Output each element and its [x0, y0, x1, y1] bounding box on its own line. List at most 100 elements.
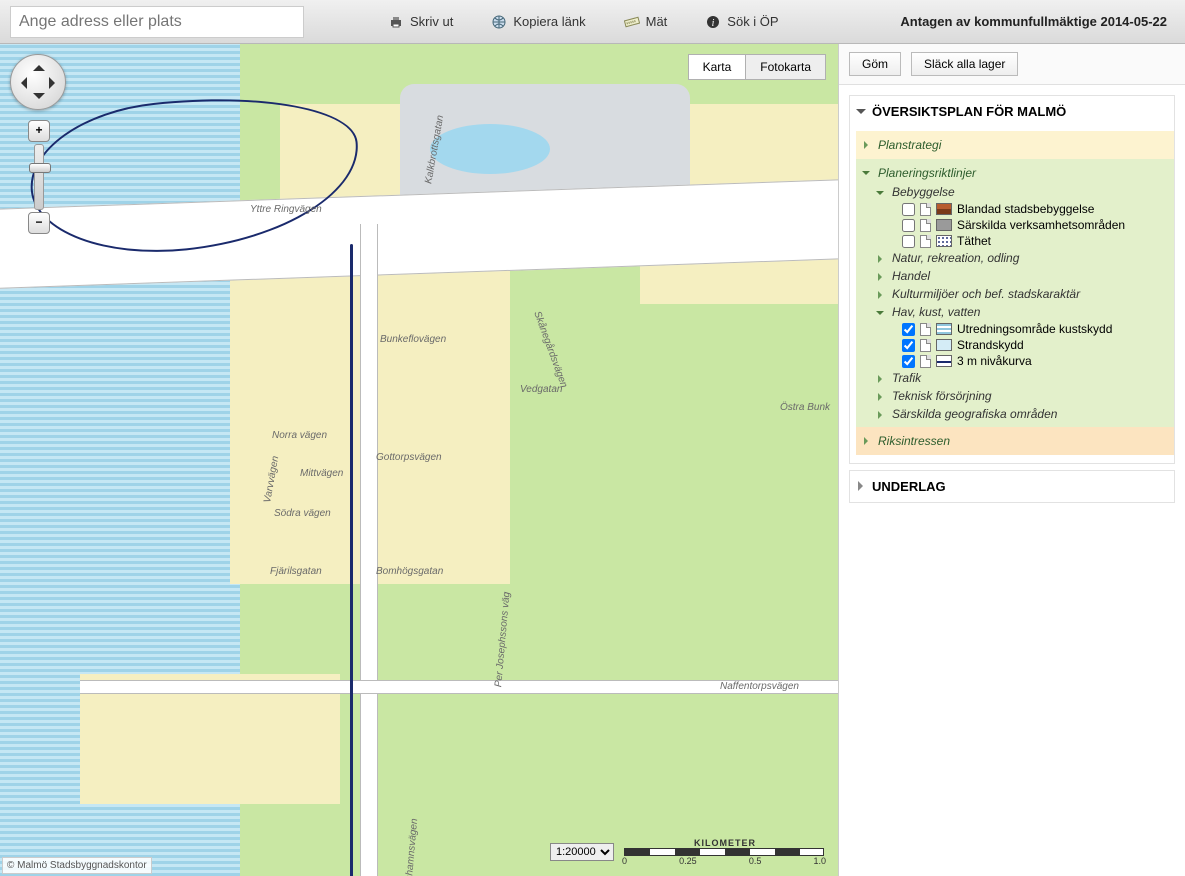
scalebar: KILOMETER 00.250.51.0 — [624, 838, 826, 866]
street-label: Mittvägen — [300, 468, 343, 479]
layer-strand: Strandskydd — [856, 337, 1174, 353]
subcat-kultur[interactable]: Kulturmiljöer och bef. stadskaraktär — [856, 285, 1174, 303]
doc-icon[interactable] — [920, 203, 931, 216]
layer-panel: Göm Släck alla lager ÖVERSIKTSPLAN FÖR M… — [838, 44, 1185, 876]
street-label: Östra Bunk — [780, 402, 830, 413]
layer-label: 3 m nivåkurva — [957, 354, 1032, 368]
zoom-handle[interactable] — [29, 163, 51, 173]
checkbox-utredning[interactable] — [902, 323, 915, 336]
print-label: Skriv ut — [410, 14, 453, 29]
basemap-switcher: Karta Fotokarta — [688, 54, 826, 80]
layer-tathet: Täthet — [856, 233, 1174, 249]
scale-select[interactable]: 1:20000 — [550, 843, 614, 861]
measure-button[interactable]: Mät — [610, 14, 682, 30]
layer-blandad: Blandad stadsbebyggelse — [856, 201, 1174, 217]
street-label: Södra vägen — [274, 508, 331, 519]
subcat-bebyggelse[interactable]: Bebyggelse — [856, 183, 1174, 201]
subcat-trafik[interactable]: Trafik — [856, 369, 1174, 387]
scalebar-ticks: 00.250.51.0 — [622, 856, 826, 866]
tree-head-op[interactable]: ÖVERSIKTSPLAN FÖR MALMÖ — [850, 96, 1174, 127]
checkbox-strand[interactable] — [902, 339, 915, 352]
swatch-icon — [936, 235, 952, 247]
main: Yttre Ringvägen Kalkbrottsgatan Bunkeflo… — [0, 44, 1185, 876]
scalebar-bar — [624, 848, 824, 856]
print-button[interactable]: Skriv ut — [374, 14, 467, 30]
print-icon — [388, 14, 404, 30]
layer-label: Utredningsområde kustskydd — [957, 322, 1112, 336]
pan-left-icon[interactable] — [15, 77, 27, 89]
page-title: Antagen av kommunfullmäktige 2014-05-22 — [900, 14, 1175, 29]
measure-label: Mät — [646, 14, 668, 29]
swatch-icon — [936, 323, 952, 335]
swatch-icon — [936, 203, 952, 215]
pan-control[interactable] — [10, 54, 66, 110]
street-label: Fjärilsgatan — [270, 566, 322, 577]
pan-down-icon[interactable] — [33, 93, 45, 105]
zoom-out-button[interactable]: − — [28, 212, 50, 234]
cat-riksintressen[interactable]: Riksintressen — [856, 431, 1174, 451]
street-label: Norra vägen — [272, 430, 327, 441]
street-label: Yttre Ringvägen — [250, 204, 322, 215]
copy-label: Kopiera länk — [513, 14, 585, 29]
layer-label: Särskilda verksamhetsområden — [957, 218, 1125, 232]
checkbox-blandad[interactable] — [902, 203, 915, 216]
search-op-button[interactable]: i Sök i ÖP — [691, 14, 792, 30]
info-icon: i — [705, 14, 721, 30]
subcat-handel[interactable]: Handel — [856, 267, 1174, 285]
street-label: Vedgatan — [520, 384, 562, 395]
zoom-in-button[interactable]: + — [28, 120, 50, 142]
search-op-label: Sök i ÖP — [727, 14, 778, 29]
checkbox-tathet[interactable] — [902, 235, 915, 248]
swatch-icon — [936, 219, 952, 231]
layer-niva: 3 m nivåkurva — [856, 353, 1174, 369]
svg-text:i: i — [712, 18, 715, 29]
street-label: Bomhögsgatan — [376, 566, 443, 577]
pan-up-icon[interactable] — [33, 59, 45, 71]
doc-icon[interactable] — [920, 323, 931, 336]
cat-planeringsriktlinjer[interactable]: Planeringsriktlinjer — [856, 163, 1174, 183]
checkbox-sarskilda-v[interactable] — [902, 219, 915, 232]
doc-icon[interactable] — [920, 339, 931, 352]
toolbar: Skriv ut Kopiera länk Mät i Sök i ÖP Ant… — [0, 0, 1185, 44]
street-label: Bunkeflovägen — [380, 334, 446, 345]
street-label: Naffentorpsvägen — [720, 681, 799, 692]
doc-icon[interactable] — [920, 219, 931, 232]
subcat-sarskilda-geo[interactable]: Särskilda geografiska områden — [856, 405, 1174, 423]
scalebar-unit: KILOMETER — [624, 838, 826, 848]
scale-box: 1:20000 KILOMETER 00.250.51.0 — [550, 838, 826, 866]
subcat-teknisk[interactable]: Teknisk försörjning — [856, 387, 1174, 405]
tab-karta[interactable]: Karta — [689, 55, 747, 79]
tree-section-op: ÖVERSIKTSPLAN FÖR MALMÖ Planstrategi Pla… — [849, 95, 1175, 464]
panel-buttons: Göm Släck alla lager — [839, 44, 1185, 85]
map-background: Yttre Ringvägen Kalkbrottsgatan Bunkeflo… — [0, 44, 838, 876]
layer-label: Blandad stadsbebyggelse — [957, 202, 1094, 216]
tree-head-underlag[interactable]: UNDERLAG — [850, 471, 1174, 502]
subcat-hav[interactable]: Hav, kust, vatten — [856, 303, 1174, 321]
tab-fotokarta[interactable]: Fotokarta — [746, 55, 825, 79]
clear-layers-button[interactable]: Släck alla lager — [911, 52, 1018, 76]
subcat-natur[interactable]: Natur, rekreation, odling — [856, 249, 1174, 267]
street-label: Gottorpsvägen — [376, 452, 442, 463]
copy-link-button[interactable]: Kopiera länk — [477, 14, 599, 30]
layer-utredning: Utredningsområde kustskydd — [856, 321, 1174, 337]
attribution: © Malmö Stadsbyggnadskontor — [2, 857, 152, 874]
zoom-control: + − — [28, 120, 50, 234]
hide-panel-button[interactable]: Göm — [849, 52, 901, 76]
doc-icon[interactable] — [920, 235, 931, 248]
zoom-slider[interactable] — [34, 144, 44, 210]
pan-right-icon[interactable] — [49, 77, 61, 89]
doc-icon[interactable] — [920, 355, 931, 368]
swatch-icon — [936, 355, 952, 367]
tree-section-underlag: UNDERLAG — [849, 470, 1175, 503]
layer-label: Täthet — [957, 234, 991, 248]
globe-icon — [491, 14, 507, 30]
layer-tree: ÖVERSIKTSPLAN FÖR MALMÖ Planstrategi Pla… — [839, 85, 1185, 507]
layer-sarskilda-v: Särskilda verksamhetsområden — [856, 217, 1174, 233]
ruler-icon — [624, 14, 640, 30]
search-input[interactable] — [10, 6, 304, 38]
checkbox-niva[interactable] — [902, 355, 915, 368]
cat-planstrategi[interactable]: Planstrategi — [856, 135, 1174, 155]
layer-label: Strandskydd — [957, 338, 1024, 352]
map-canvas[interactable]: Yttre Ringvägen Kalkbrottsgatan Bunkeflo… — [0, 44, 838, 876]
contour-3m-line — [350, 244, 353, 876]
